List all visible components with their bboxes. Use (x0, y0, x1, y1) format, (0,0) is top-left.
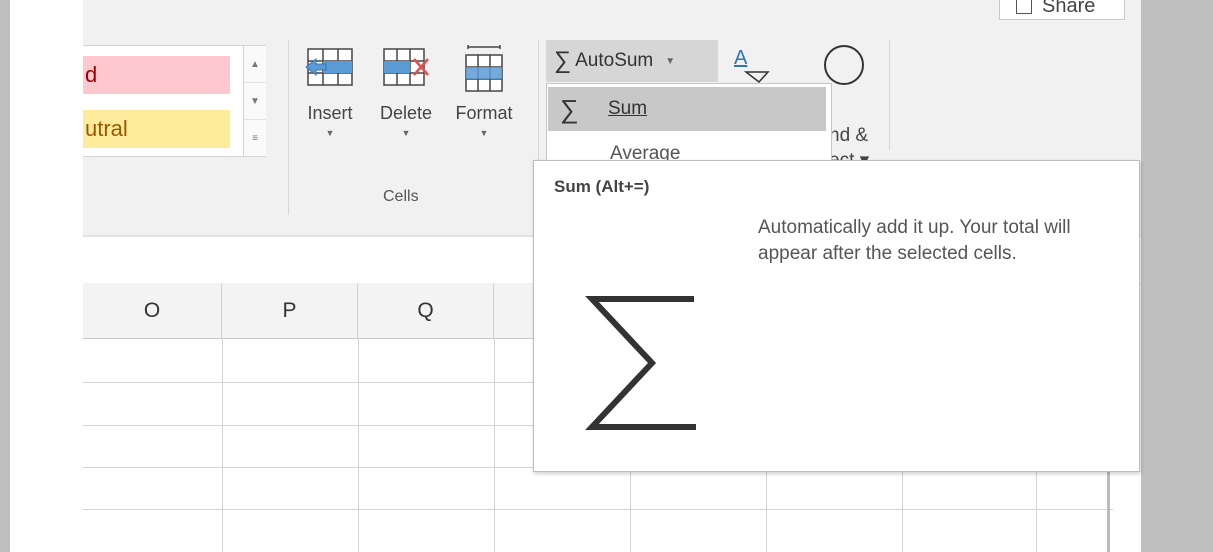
scroll-down-button[interactable]: ▼ (244, 83, 266, 120)
autosum-button[interactable]: ∑ AutoSum ▼ (546, 40, 718, 82)
white-strip (10, 0, 83, 552)
menu-item-sum[interactable]: ∑ Sum (548, 87, 826, 131)
grid-row-line (83, 509, 1113, 510)
right-margin (1141, 0, 1213, 552)
cells-group-label: Cells (383, 188, 419, 205)
svg-text:A: A (734, 47, 748, 69)
grid-col-line (494, 339, 495, 552)
autosum-label: AutoSum (575, 50, 654, 71)
scroll-up-button[interactable]: ▲ (244, 46, 266, 83)
sort-filter-icon: A (734, 47, 770, 84)
column-header-o[interactable]: O (83, 283, 222, 339)
delete-cells-icon (383, 48, 429, 86)
menu-item-sum-label: Sum (608, 98, 648, 119)
insert-label: Insert (307, 103, 353, 123)
delete-button[interactable]: Delete ▼ (371, 45, 441, 138)
chevron-down-icon: ▼ (401, 128, 411, 138)
gallery-more-button[interactable]: ≡ (244, 120, 266, 156)
autosum-dropdown: ∑ Sum Average (546, 83, 832, 165)
cell-styles-gallery: d utral ▲ ▼ ≡ (83, 45, 266, 157)
sum-tooltip: Sum (Alt+=) Automatically add it up. You… (533, 160, 1140, 472)
chevron-down-icon: ▼ (479, 128, 489, 138)
find-select-icon[interactable] (824, 45, 864, 85)
format-cells-icon (465, 45, 503, 92)
chevron-down-icon: ▼ (325, 128, 335, 138)
insert-button[interactable]: Insert ▼ (295, 45, 365, 138)
format-label: Format (455, 103, 513, 123)
share-label: Share (1042, 0, 1096, 17)
column-header-p[interactable]: P (222, 283, 358, 339)
sigma-icon: ∑ (554, 47, 572, 74)
tooltip-description: Automatically add it up. Your total will… (758, 217, 1071, 264)
gallery-scroll: ▲ ▼ ≡ (243, 46, 266, 156)
left-margin (0, 0, 10, 552)
column-header-q[interactable]: Q (358, 283, 494, 339)
style-neutral[interactable]: utral (83, 110, 230, 148)
grid-col-line (222, 339, 223, 552)
insert-cells-icon (305, 48, 353, 86)
sigma-icon: ∑ (560, 93, 579, 124)
group-separator (889, 40, 890, 150)
grid-col-line (358, 339, 359, 552)
tooltip-title: Sum (Alt+=) (554, 177, 650, 196)
sigma-icon (585, 296, 696, 430)
share-icon (1016, 0, 1032, 14)
chevron-down-icon: ▼ (665, 55, 676, 67)
format-button[interactable]: Format ▼ (449, 45, 519, 138)
delete-label: Delete (379, 103, 433, 123)
share-button[interactable]: Share (999, 0, 1125, 20)
style-bad[interactable]: d (83, 56, 230, 94)
group-separator (288, 40, 289, 215)
